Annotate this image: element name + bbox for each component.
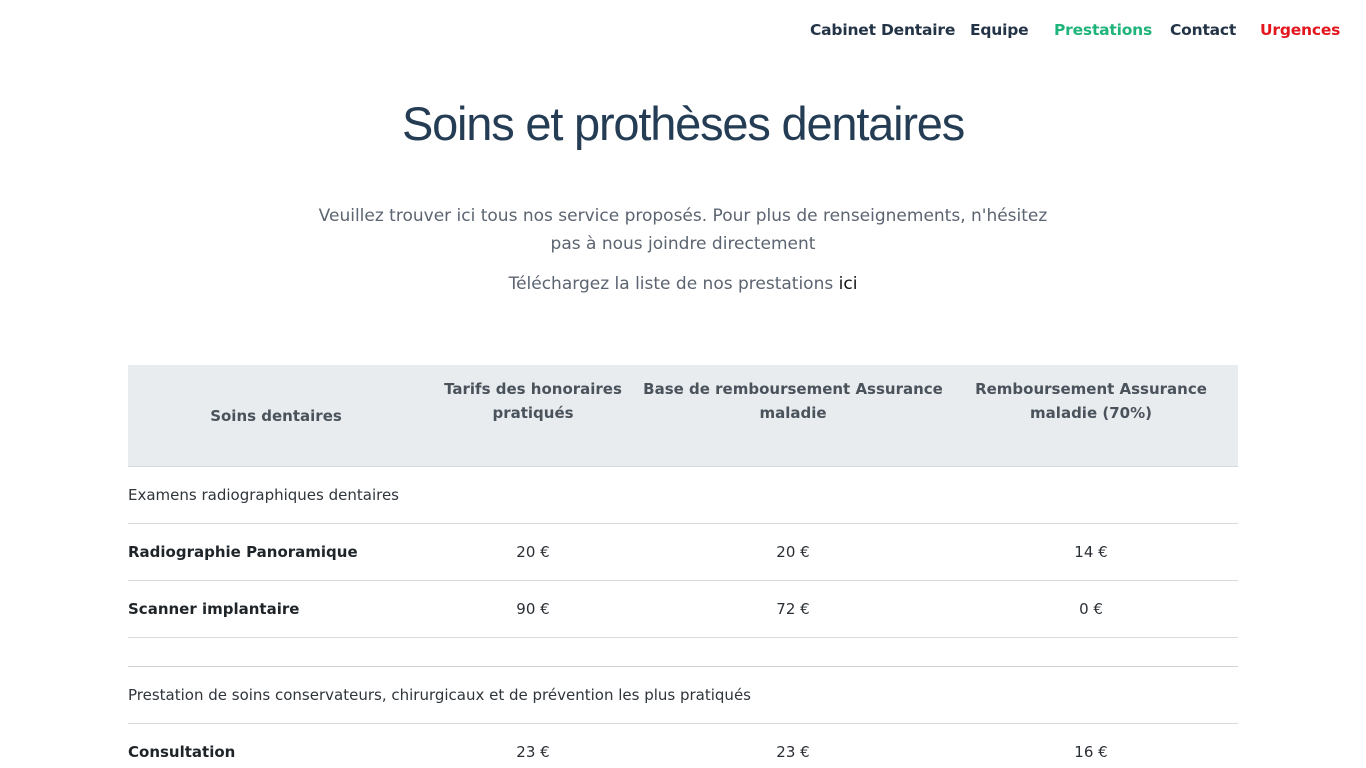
row-base: 20 € bbox=[776, 543, 810, 561]
main-nav: Cabinet Dentaire Equipe Prestations Cont… bbox=[0, 0, 1366, 64]
table-row: Radiographie Panoramique 20 € 20 € 14 € bbox=[128, 524, 1238, 581]
header-base-remboursement: Base de remboursement Assurance maladie bbox=[643, 380, 943, 422]
header-soins-dentaires: Soins dentaires bbox=[210, 406, 342, 425]
table-row: Consultation 23 € 23 € 16 € bbox=[128, 724, 1238, 768]
row-tarif: 90 € bbox=[516, 600, 550, 618]
section-row: Examens radiographiques dentaires bbox=[128, 467, 1238, 524]
row-base: 72 € bbox=[776, 600, 810, 618]
section-title: Prestation de soins conservateurs, chiru… bbox=[128, 686, 751, 704]
row-name: Radiographie Panoramique bbox=[128, 543, 358, 561]
nav-link-urgences[interactable]: Urgences bbox=[1260, 21, 1340, 39]
section-title: Examens radiographiques dentaires bbox=[128, 486, 399, 504]
row-tarif: 20 € bbox=[516, 543, 550, 561]
row-name: Scanner implantaire bbox=[128, 600, 300, 618]
nav-link-cabinet-dentaire[interactable]: Cabinet Dentaire bbox=[810, 21, 955, 39]
download-text: Téléchargez la liste de nos prestations bbox=[508, 274, 834, 294]
header-tarifs: Tarifs des honoraires pratiqués bbox=[444, 380, 622, 422]
page-title: Soins et prothèses dentaires bbox=[401, 97, 965, 150]
download-line: Téléchargez la liste de nos prestations … bbox=[0, 274, 1366, 294]
nav-link-prestations[interactable]: Prestations bbox=[1054, 21, 1152, 39]
pricing-table: Soins dentaires Tarifs des honoraires pr… bbox=[128, 365, 1238, 768]
row-remboursement: 16 € bbox=[1074, 743, 1108, 761]
section-row: Prestation de soins conservateurs, chiru… bbox=[128, 667, 1238, 724]
table-header: Soins dentaires Tarifs des honoraires pr… bbox=[128, 365, 1238, 467]
row-base: 23 € bbox=[776, 743, 810, 761]
header-remboursement: Remboursement Assurance maladie (70%) bbox=[975, 380, 1207, 422]
nav-link-equipe[interactable]: Equipe bbox=[970, 21, 1029, 39]
row-remboursement: 14 € bbox=[1074, 543, 1108, 561]
row-tarif: 23 € bbox=[516, 743, 550, 761]
row-name: Consultation bbox=[128, 743, 236, 761]
table-row: Scanner implantaire 90 € 72 € 0 € bbox=[128, 581, 1238, 638]
download-link[interactable]: ici bbox=[839, 274, 858, 294]
section-divider bbox=[128, 638, 1238, 667]
nav-link-contact[interactable]: Contact bbox=[1170, 21, 1236, 39]
row-remboursement: 0 € bbox=[1079, 600, 1103, 618]
intro-text: Veuillez trouver ici tous nos service pr… bbox=[318, 206, 1048, 254]
